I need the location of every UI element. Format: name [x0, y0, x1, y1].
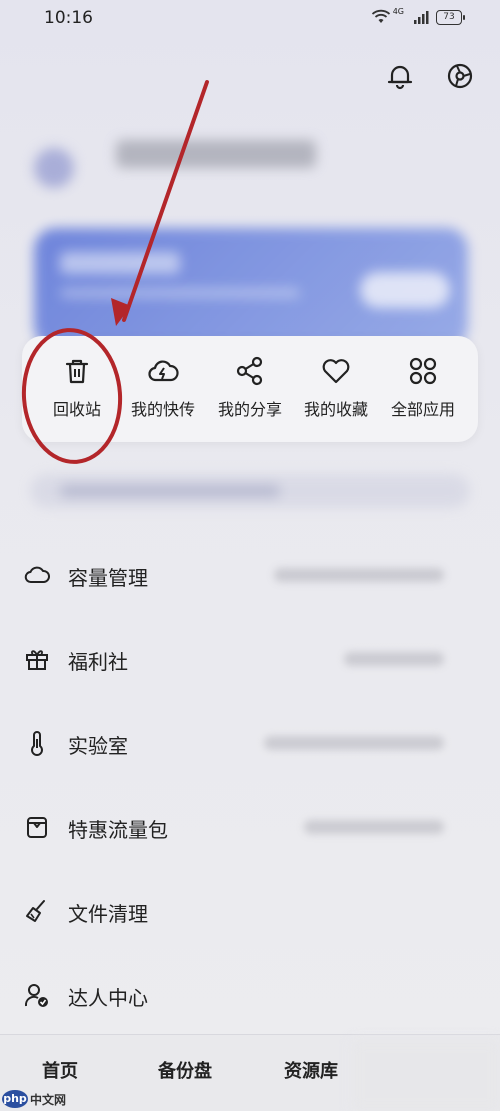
- menu-item-storage[interactable]: 容量管理: [0, 534, 500, 618]
- menu-item-value-blurred: [274, 568, 444, 582]
- menu-item-label: 达人中心: [68, 986, 148, 1010]
- settings-icon[interactable]: [444, 60, 476, 92]
- menu-item-file-cleanup[interactable]: 文件清理: [0, 870, 500, 954]
- user-check-icon: [24, 984, 48, 1007]
- nav-item-home[interactable]: 首页: [42, 1057, 78, 1083]
- status-time: 10:16: [44, 8, 93, 28]
- nav-item-backup[interactable]: 备份盘: [158, 1057, 212, 1083]
- share-icon: [236, 356, 263, 386]
- notice-text-blurred: [60, 485, 280, 497]
- vip-card-subtitle-blurred: [60, 288, 300, 298]
- menu-item-data-package[interactable]: 特惠流量包: [0, 786, 500, 870]
- menu-item-value-blurred: [344, 652, 444, 666]
- menu-item-value-blurred: [264, 736, 444, 750]
- quick-action-recycle-bin[interactable]: 回收站: [31, 346, 123, 436]
- quick-action-label: 回收站: [52, 400, 101, 419]
- quick-action-all-apps[interactable]: 全部应用: [377, 346, 469, 436]
- menu-item-label: 特惠流量包: [68, 818, 168, 842]
- broom-icon: [26, 900, 45, 922]
- grid-circles-icon: [409, 357, 437, 385]
- watermark-text: 中文网: [30, 1092, 67, 1107]
- cloud-icon: [24, 566, 50, 583]
- vip-card-button-blurred[interactable]: [360, 272, 450, 308]
- quick-action-my-shares[interactable]: 我的分享: [204, 346, 296, 436]
- username-blurred[interactable]: [116, 140, 316, 168]
- status-bar: 10:16 4G 73: [0, 0, 500, 40]
- battery-icon: 73: [436, 9, 465, 25]
- status-icons: 4G 73: [371, 6, 465, 25]
- menu-item-label: 福利社: [68, 650, 128, 674]
- php-logo: php: [2, 1090, 28, 1108]
- avatar[interactable]: [34, 148, 74, 188]
- quick-action-my-favorites[interactable]: 我的收藏: [290, 346, 382, 436]
- vip-card-title-blurred: [60, 252, 180, 274]
- menu-item-lab[interactable]: 实验室: [0, 702, 500, 786]
- menu-item-value-blurred: [304, 820, 444, 834]
- menu-item-label: 实验室: [68, 734, 128, 758]
- bell-icon[interactable]: [384, 60, 416, 92]
- quick-action-label: 我的快传: [130, 400, 195, 419]
- quick-action-label: 我的收藏: [303, 400, 368, 419]
- menu-item-label: 文件清理: [68, 902, 148, 926]
- wifi-icon: [371, 9, 390, 23]
- gift-icon: [26, 650, 48, 670]
- watermark-logo: php 中文网: [2, 1090, 66, 1108]
- trash-icon: [65, 359, 89, 384]
- quick-action-my-transfer[interactable]: 我的快传: [117, 346, 209, 436]
- heart-icon: [322, 359, 350, 384]
- thermometer-icon: [31, 731, 43, 756]
- cloud-bolt-icon: [148, 360, 179, 382]
- quick-action-label: 我的分享: [217, 400, 282, 419]
- nav-item-resources[interactable]: 资源库: [284, 1057, 338, 1083]
- menu-item-label: 容量管理: [68, 566, 148, 590]
- menu-item-welfare[interactable]: 福利社: [0, 618, 500, 702]
- quick-action-label: 全部应用: [390, 400, 455, 419]
- menu-item-expert-center[interactable]: 达人中心: [0, 954, 500, 1038]
- package-icon: [27, 817, 47, 838]
- watermark-overlay: [352, 1040, 500, 1111]
- signal-icon: [414, 11, 429, 24]
- network-type: 4G: [392, 6, 404, 16]
